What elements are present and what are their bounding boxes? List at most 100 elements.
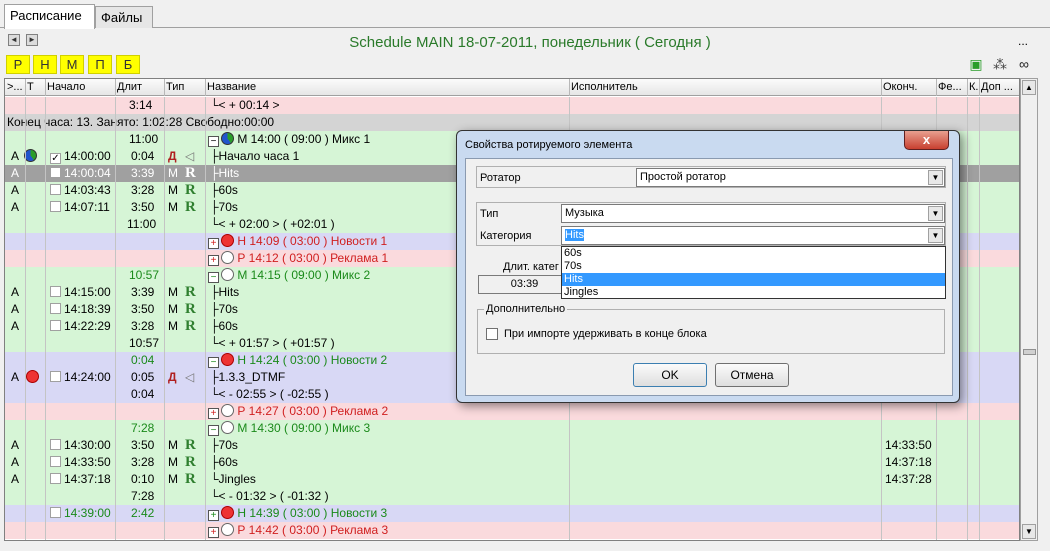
col-duration[interactable]: Длит [115,81,142,93]
name-cell: Р 14:42 ( 03:00 ) Реклама 3 [237,523,389,537]
next-day-button[interactable]: ► [26,34,38,46]
start-cell: 14:37:18 [64,472,111,486]
dialog-body: Ротатор Простой ротатор ▼ Тип Музыка ▼ Кат… [465,158,953,396]
col-expand[interactable]: >... [5,81,23,93]
hold-at-end-label: При импорте удерживать в конце блока [504,328,707,340]
checkbox-icon[interactable] [50,184,61,195]
type-cell: Д [168,149,177,163]
filter-n-button[interactable]: Н [33,55,57,74]
table-row[interactable]: 14:39:00 2:42 + Н 14:39 ( 03:00 ) Новост… [5,505,1019,522]
category-select[interactable]: Hits ▼ [561,226,945,245]
name-cell: Н 14:39 ( 03:00 ) Новости 3 [237,506,388,520]
category-dropdown-list[interactable]: 60s 70s Hits Jingles [561,246,946,299]
cancel-button[interactable]: Отмена [715,363,789,387]
checkbox-icon[interactable] [50,473,61,484]
category-option[interactable]: 60s [562,247,945,260]
checked-icon[interactable]: ✓ [50,153,61,164]
category-option[interactable]: 70s [562,260,945,273]
hold-at-end-checkbox[interactable] [486,328,498,340]
category-option[interactable]: Jingles [562,286,945,299]
duration-cell: 3:28 [131,455,155,469]
rotator-icon: R [185,454,196,470]
column-header: >... Т Начало Длит Тип Название Исполнит… [5,79,1019,96]
table-row[interactable]: 7:28 − М 14:30 ( 09:00 ) Микс 3 [5,420,1019,437]
checkbox-icon[interactable] [50,320,61,331]
tab-schedule[interactable]: Расписание [4,4,95,29]
name-cell: 1.3.3_DTMF [218,370,286,384]
duration-cell: 7:28 [131,421,155,435]
checkbox-icon[interactable] [50,286,61,297]
table-row[interactable]: А 14:33:50 3:28 М R ├60s 14:37:18 [5,454,1019,471]
checkbox-icon[interactable] [50,201,61,212]
col-t[interactable]: Т [25,81,34,93]
expand-icon[interactable]: + [208,408,219,419]
checkbox-icon[interactable] [50,167,61,178]
tab-files[interactable]: Файлы [95,6,153,28]
table-row[interactable]: + Р 14:27 ( 03:00 ) Реклама 2 [5,403,1019,420]
type-label: Тип [480,208,499,220]
table-row[interactable]: + Р 14:42 ( 03:00 ) Реклама 3 [5,522,1019,539]
more-button[interactable]: ... [1018,34,1028,48]
scroll-down-icon[interactable]: ▼ [1022,524,1036,539]
monitor-icon[interactable]: ▣ [967,56,985,73]
col-end[interactable]: Оконч. [881,81,917,93]
name-cell: Р 14:12 ( 03:00 ) Реклама 1 [237,251,389,265]
hour-summary-row: Конец часа: 13. Занято: 1:02:28 Свободно… [5,114,1019,131]
t-cell: А [11,438,20,452]
col-k[interactable]: К. [967,81,978,93]
checkbox-icon[interactable] [50,439,61,450]
expand-icon[interactable]: + [208,255,219,266]
vertical-scrollbar[interactable]: ▲ ▼ [1020,78,1038,541]
checkbox-icon[interactable] [50,371,61,382]
name-cell: М 14:00 ( 09:00 ) Микс 1 [237,132,371,146]
rotator-icon: R [185,301,196,317]
expand-icon[interactable]: + [208,510,219,521]
scroll-up-icon[interactable]: ▲ [1022,80,1036,95]
binoculars-icon[interactable]: ∞ [1015,56,1033,73]
type-select[interactable]: Музыка ▼ [561,204,945,223]
chevron-down-icon[interactable]: ▼ [928,228,943,243]
collapse-icon[interactable]: − [208,425,219,436]
col-name[interactable]: Название [205,81,256,93]
table-row[interactable]: А 14:30:00 3:50 М R ├70s 14:33:50 [5,437,1019,454]
start-cell: 14:39:00 [64,506,111,520]
type-cell: М [168,438,178,452]
prev-day-button[interactable]: ◄ [8,34,20,46]
col-fe[interactable]: Фе... [936,81,962,93]
expand-icon[interactable]: + [208,238,219,249]
name-cell: 70s [218,438,238,452]
collapse-icon[interactable]: − [208,272,219,283]
filter-p-button[interactable]: П [88,55,112,74]
nodes-icon[interactable]: ⁂ [991,56,1009,73]
filter-b-button[interactable]: Б [116,55,140,74]
checkbox-icon[interactable] [50,507,61,518]
name-cell: └< - 02:55 > ( -02:55 ) [210,387,329,401]
expand-icon[interactable]: + [208,527,219,538]
checkbox-icon[interactable] [50,303,61,314]
t-cell: А [11,285,20,299]
col-extra[interactable]: Доп ... [979,81,1013,93]
col-type[interactable]: Тип [164,81,184,93]
filter-r-button[interactable]: Р [6,55,30,74]
rotator-select[interactable]: Простой ротатор ▼ [636,168,945,187]
filter-m-button[interactable]: М [60,55,84,74]
table-row[interactable]: 3:14 └< + 00:14 > [5,97,1019,114]
type-cell: М [168,166,178,180]
checkbox-icon[interactable] [50,456,61,467]
duration-cell: 2:42 [131,506,155,520]
t-cell: А [11,183,20,197]
chevron-down-icon[interactable]: ▼ [928,206,943,221]
clock-icon [221,506,234,519]
scroll-thumb[interactable] [1023,349,1036,355]
col-start[interactable]: Начало [45,81,85,93]
collapse-icon[interactable]: − [208,357,219,368]
collapse-icon[interactable]: − [208,136,219,147]
chevron-down-icon[interactable]: ▼ [928,170,943,185]
col-artist[interactable]: Исполнитель [569,81,638,93]
ok-button[interactable]: OK [633,363,707,387]
table-row[interactable]: 7:28 └< - 01:32 > ( -01:32 ) [5,488,1019,505]
duration-cell: 3:14 [129,98,153,112]
close-button[interactable]: x [904,131,949,150]
category-option-selected[interactable]: Hits [562,273,945,286]
table-row[interactable]: А 14:37:18 0:10 М R └Jingles 14:37:28 [5,471,1019,488]
